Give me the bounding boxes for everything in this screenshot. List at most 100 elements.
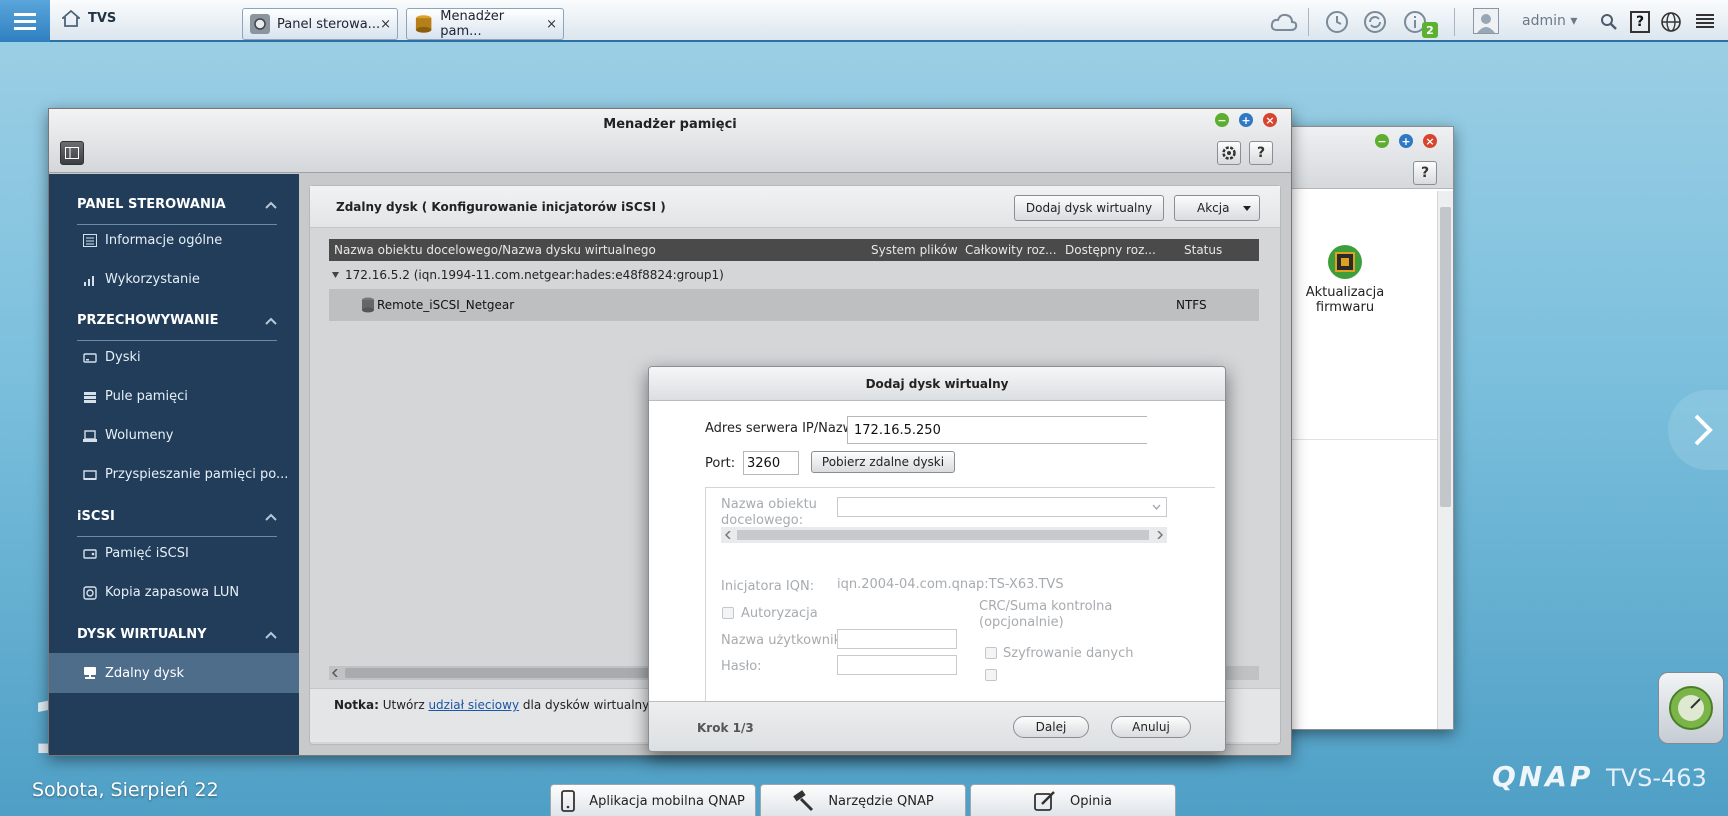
add-virtual-disk-button[interactable]: Dodaj dysk wirtualny xyxy=(1014,195,1164,221)
dock-mobile-app[interactable]: Aplikacja mobilna QNAP xyxy=(550,784,756,816)
target-label: docelowego: xyxy=(721,513,804,528)
collapse-triangle-icon xyxy=(332,272,339,278)
dashboard-widget[interactable] xyxy=(1658,672,1724,744)
password-input xyxy=(837,655,957,675)
tab-control-panel[interactable]: Panel sterowa... × xyxy=(242,8,398,40)
sidebar-item-lun-backup[interactable]: Kopia zapasowa LUN xyxy=(83,585,239,600)
help-button[interactable]: ? xyxy=(1413,161,1437,185)
control-panel-icon xyxy=(250,14,270,34)
data-encryption-label: Szyfrowanie danych xyxy=(1003,646,1134,661)
maximize-button[interactable]: + xyxy=(1399,134,1413,148)
password-label: Hasło: xyxy=(721,659,762,674)
language-icon[interactable] xyxy=(1658,9,1684,35)
port-label: Port: xyxy=(705,456,736,471)
column-header[interactable]: Nazwa obiektu docelowego/Nazwa dysku wir… xyxy=(334,243,656,257)
search-icon[interactable] xyxy=(1596,9,1622,35)
dock-label: Narzędzie QNAP xyxy=(828,793,934,809)
column-header[interactable]: System plików xyxy=(871,243,958,257)
shared-folder-link[interactable]: udział sieciowy xyxy=(428,698,519,712)
remote-disk-icon xyxy=(84,667,96,679)
mobile-phone-icon xyxy=(561,790,576,812)
dock-qnap-utility[interactable]: Narzędzie QNAP xyxy=(760,784,966,816)
target-scrollbar xyxy=(721,527,1167,543)
divider xyxy=(1454,8,1455,36)
home-button[interactable]: TVS xyxy=(62,10,116,27)
minimize-button[interactable]: − xyxy=(1375,134,1389,148)
action-dropdown[interactable]: Akcja xyxy=(1174,195,1260,221)
chevron-right-icon xyxy=(1157,531,1163,539)
disk-icon xyxy=(83,352,97,363)
layout-icon xyxy=(65,147,79,159)
disk-name: Remote_iSCSI_Netgear xyxy=(377,298,515,312)
dock-label: Opinia xyxy=(1070,793,1112,809)
caret-down-icon xyxy=(1243,205,1251,211)
scrollbar[interactable] xyxy=(1437,191,1453,729)
close-button[interactable]: × xyxy=(1423,134,1437,148)
sidebar-item-label: Zdalny dysk xyxy=(105,665,185,681)
firmware-label: firmwaru xyxy=(1315,300,1375,315)
sidebar-item-cache-acceleration[interactable]: Przyspieszanie pamięci po... xyxy=(83,467,288,482)
port-input[interactable] xyxy=(743,451,799,475)
table-row-group[interactable]: 172.16.5.2 (iqn.1994-11.com.netgear:hade… xyxy=(332,268,724,282)
note-pre: Utwórz xyxy=(382,698,425,712)
section-title: PRZECHOWYWANIE xyxy=(77,313,219,328)
tab-close-icon[interactable]: × xyxy=(380,17,391,32)
sidebar-item-disks[interactable]: Dyski xyxy=(83,350,141,365)
tab-close-icon[interactable]: × xyxy=(546,17,557,32)
crc-label: (opcjonalnie) xyxy=(979,615,1064,630)
next-page-arrow[interactable] xyxy=(1668,390,1728,470)
footer-note-text: Notka: Utwórz udział sieciowy dla dysków… xyxy=(334,698,667,712)
note-bold: Notka: xyxy=(334,698,379,712)
sidebar-section-virtual-disk[interactable]: DYSK WIRTUALNY xyxy=(77,627,277,642)
cache-icon xyxy=(83,469,97,480)
sidebar-item-label: Dyski xyxy=(105,350,141,365)
iscsi-icon xyxy=(83,548,97,559)
authorization-checkbox[interactable] xyxy=(722,607,734,619)
sidebar-item-label: Pule pamięci xyxy=(105,389,188,404)
user-menu[interactable]: admin ▾ xyxy=(1522,13,1577,29)
help-button[interactable]: ? xyxy=(1249,141,1273,165)
sidebar-section-storage[interactable]: PRZECHOWYWANIE xyxy=(77,313,277,328)
header-digest-checkbox[interactable] xyxy=(985,669,997,681)
tab-storage-manager[interactable]: Menadżer pam... × xyxy=(406,8,564,40)
maximize-button[interactable]: + xyxy=(1239,113,1253,127)
table-row[interactable]: Remote_iSCSI_Netgear NTFS xyxy=(329,289,1259,321)
chevron-left-icon xyxy=(725,531,731,539)
settings-button[interactable] xyxy=(1217,141,1241,165)
sidebar-item-usage[interactable]: Wykorzystanie xyxy=(83,272,200,287)
server-input[interactable] xyxy=(847,416,1147,444)
model-label: TVS-463 xyxy=(1606,764,1707,792)
cloud-icon[interactable] xyxy=(1268,9,1300,35)
firmware-update-item[interactable]: Aktualizacja firmwaru xyxy=(1295,243,1395,315)
sidebar-section-control-panel[interactable]: PANEL STEROWANIA xyxy=(77,197,277,212)
avatar[interactable] xyxy=(1473,8,1499,34)
minimize-button[interactable]: − xyxy=(1215,113,1229,127)
next-button[interactable]: Dalej xyxy=(1013,716,1089,738)
column-header[interactable]: Status xyxy=(1184,243,1222,257)
sidebar-toggle-button[interactable] xyxy=(60,141,84,165)
cancel-button[interactable]: Anuluj xyxy=(1111,716,1191,738)
sidebar-item-overview[interactable]: Informacje ogólne xyxy=(83,233,222,248)
fetch-remote-disks-button[interactable]: Pobierz zdalne dyski xyxy=(811,451,955,473)
help-button[interactable]: ? xyxy=(1630,11,1650,33)
data-encryption-checkbox[interactable] xyxy=(985,647,997,659)
gear-icon xyxy=(1222,146,1236,160)
background-tasks-icon[interactable] xyxy=(1324,9,1350,35)
main-menu-button[interactable] xyxy=(0,0,50,42)
options-icon[interactable] xyxy=(1692,9,1718,35)
close-button[interactable]: × xyxy=(1263,113,1277,127)
column-header[interactable]: Całkowity roz... xyxy=(965,243,1057,257)
server-label: Adres serwera IP/Nazwa: xyxy=(705,421,866,436)
sync-icon[interactable] xyxy=(1362,9,1388,35)
divider xyxy=(77,340,277,341)
sidebar-item-label: Przyspieszanie pamięci po... xyxy=(105,467,289,482)
sidebar-item-remote-disk[interactable]: Zdalny dysk xyxy=(49,653,299,693)
dock-feedback[interactable]: Opinia xyxy=(970,784,1176,816)
sidebar-item-volumes[interactable]: Wolumeny xyxy=(83,428,174,443)
sidebar-section-iscsi[interactable]: iSCSI xyxy=(77,509,277,524)
sidebar-item-iscsi-storage[interactable]: Pamięć iSCSI xyxy=(83,546,189,561)
initiator-value: iqn.2004-04.com.qnap:TS-X63.TVS xyxy=(837,577,1064,592)
column-header[interactable]: Dostępny roz... xyxy=(1065,243,1156,257)
sidebar-item-pools[interactable]: Pule pamięci xyxy=(83,389,188,404)
dock-label: Aplikacja mobilna QNAP xyxy=(589,793,745,809)
